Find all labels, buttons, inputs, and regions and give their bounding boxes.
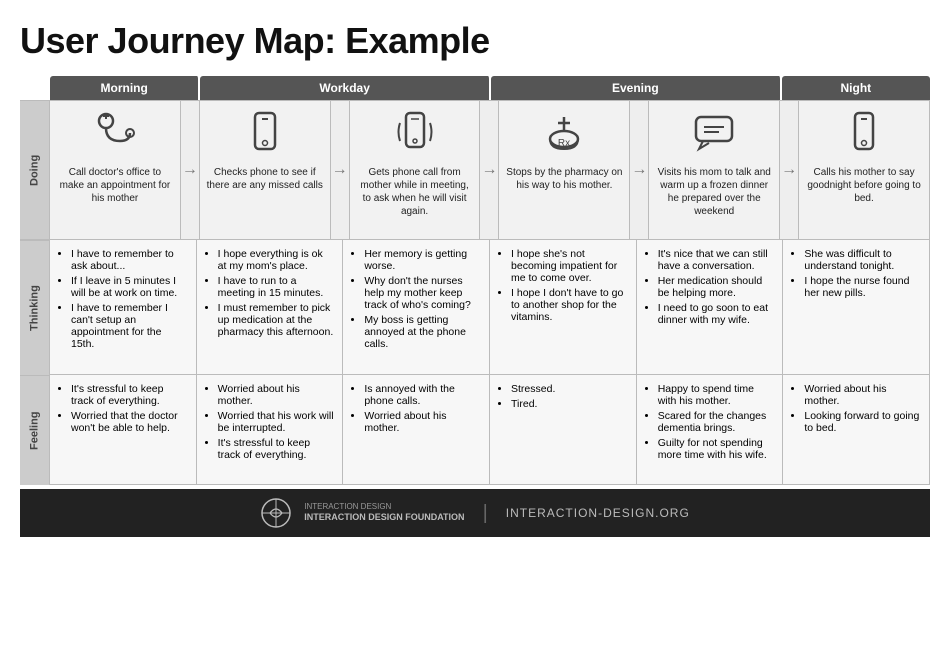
feeling-evening2-list: Happy to spend time with his mother. Sca… [645,383,775,461]
feeling-workday1-0: Worried about his mother. [218,383,335,407]
feeling-evening2-2: Guilty for not spending more time with h… [658,437,775,461]
feeling-morning-1: Worried that the doctor won't be able to… [71,410,188,434]
footer-logo-icon [260,497,292,529]
thinking-workday2-list: Her memory is getting worse. Why don't t… [351,248,481,350]
thinking-evening1-list: I hope she's not becoming impatient for … [498,248,628,323]
thinking-morning-2: I have to remember I can't setup an appo… [71,302,188,350]
doing-evening1-text: Stops by the pharmacy on his way to his … [505,166,623,192]
thinking-night-1: I hope the nurse found her new pills. [804,275,921,299]
feeling-morning: It's stressful to keep track of everythi… [50,375,197,484]
doing-night: Calls his mother to say goodnight before… [799,101,929,239]
phase-header-workday: Workday [200,76,491,100]
row-label-thinking: Thinking [20,240,50,375]
row-label-doing: Doing [20,100,50,240]
feeling-workday2-0: Is annoyed with the phone calls. [364,383,481,407]
page-title: User Journey Map: Example [20,20,930,62]
feeling-night: Worried about his mother. Looking forwar… [783,375,929,484]
thinking-row: I have to remember to ask about... If I … [50,240,930,375]
feeling-row: It's stressful to keep track of everythi… [50,375,930,485]
thinking-workday1-0: I hope everything is ok at my mom's plac… [218,248,335,272]
feeling-workday2: Is annoyed with the phone calls. Worried… [343,375,490,484]
doing-night-text: Calls his mother to say goodnight before… [805,166,923,205]
footer-org: INTERACTION DESIGN INTERACTION DESIGN FO… [304,502,464,524]
thinking-workday1-list: I hope everything is ok at my mom's plac… [205,248,335,338]
phase-header-night: Night [782,76,930,100]
mortar-icon: Rx [541,109,587,155]
thinking-workday1-1: I have to run to a meeting in 15 minutes… [218,275,335,299]
feeling-workday1-list: Worried about his mother. Worried that h… [205,383,335,461]
phone-ring-icon [392,109,438,155]
feeling-night-0: Worried about his mother. [804,383,921,407]
thinking-evening1: I hope she's not becoming impatient for … [490,240,637,374]
doing-morning: Call doctor's office to make an appointm… [50,101,181,239]
footer-divider: | [483,502,488,525]
thinking-evening2-0: It's nice that we can still have a conve… [658,248,775,272]
svg-text:Rx: Rx [558,138,570,149]
feeling-evening2-1: Scared for the changes dementia brings. [658,410,775,434]
feeling-workday2-list: Is annoyed with the phone calls. Worried… [351,383,481,434]
feeling-workday1-1: Worried that his work will be interrupte… [218,410,335,434]
feeling-workday2-1: Worried about his mother. [364,410,481,434]
thinking-workday2-0: Her memory is getting worse. [364,248,481,272]
thinking-morning-1: If I leave in 5 minutes I will be at wor… [71,275,188,299]
thinking-evening2-1: Her medication should be helping more. [658,275,775,299]
thinking-workday1-2: I must remember to pick up medication at… [218,302,335,338]
thinking-night-list: She was difficult to understand tonight.… [791,248,921,299]
feeling-workday1: Worried about his mother. Worried that h… [197,375,344,484]
doing-evening2-text: Visits his mom to talk and warm up a fro… [655,166,773,218]
feeling-evening1: Stressed. Tired. [490,375,637,484]
feeling-evening2-0: Happy to spend time with his mother. [658,383,775,407]
thinking-workday2-2: My boss is getting annoyed at the phone … [364,314,481,350]
doing-evening2: Visits his mom to talk and warm up a fro… [649,101,780,239]
thinking-evening2-2: I need to go soon to eat dinner with my … [658,302,775,326]
doing-row: Call doctor's office to make an appointm… [50,100,930,240]
phone2-icon [844,109,884,155]
stethoscope-icon [92,109,138,155]
thinking-workday2: Her memory is getting worse. Why don't t… [343,240,490,374]
feeling-evening1-1: Tired. [511,398,628,410]
feeling-evening2: Happy to spend time with his mother. Sca… [637,375,784,484]
thinking-morning-list: I have to remember to ask about... If I … [58,248,188,350]
doing-workday1: Checks phone to see if there are any mis… [200,101,331,239]
thinking-evening1-1: I hope I don't have to go to another sho… [511,287,628,323]
thinking-evening1-0: I hope she's not becoming impatient for … [511,248,628,284]
doing-evening1: Rx Stops by the pharmacy on his way to h… [499,101,630,239]
thinking-morning-0: I have to remember to ask about... [71,248,188,272]
doing-workday2: Gets phone call from mother while in mee… [350,101,481,239]
chat-icon [691,109,737,155]
doing-workday2-text: Gets phone call from mother while in mee… [356,166,474,218]
phase-header-evening: Evening [491,76,782,100]
thinking-evening2: It's nice that we can still have a conve… [637,240,784,374]
phase-header-morning: Morning [50,76,200,100]
thinking-workday1: I hope everything is ok at my mom's plac… [197,240,344,374]
thinking-morning: I have to remember to ask about... If I … [50,240,197,374]
feeling-workday1-2: It's stressful to keep track of everythi… [218,437,335,461]
feeling-morning-list: It's stressful to keep track of everythi… [58,383,188,434]
feeling-night-1: Looking forward to going to bed. [804,410,921,434]
row-label-feeling: Feeling [20,375,50,485]
feeling-night-list: Worried about his mother. Looking forwar… [791,383,921,434]
thinking-evening2-list: It's nice that we can still have a conve… [645,248,775,326]
phone-icon [245,109,285,155]
thinking-night: She was difficult to understand tonight.… [783,240,929,374]
feeling-evening1-list: Stressed. Tired. [498,383,628,410]
footer: INTERACTION DESIGN INTERACTION DESIGN FO… [20,489,930,537]
thinking-workday2-1: Why don't the nurses help my mother keep… [364,275,481,311]
feeling-evening1-0: Stressed. [511,383,628,395]
thinking-night-0: She was difficult to understand tonight. [804,248,921,272]
doing-morning-text: Call doctor's office to make an appointm… [56,166,174,205]
doing-workday1-text: Checks phone to see if there are any mis… [206,166,324,192]
footer-url: INTERACTION-DESIGN.ORG [506,506,690,520]
feeling-morning-0: It's stressful to keep track of everythi… [71,383,188,407]
